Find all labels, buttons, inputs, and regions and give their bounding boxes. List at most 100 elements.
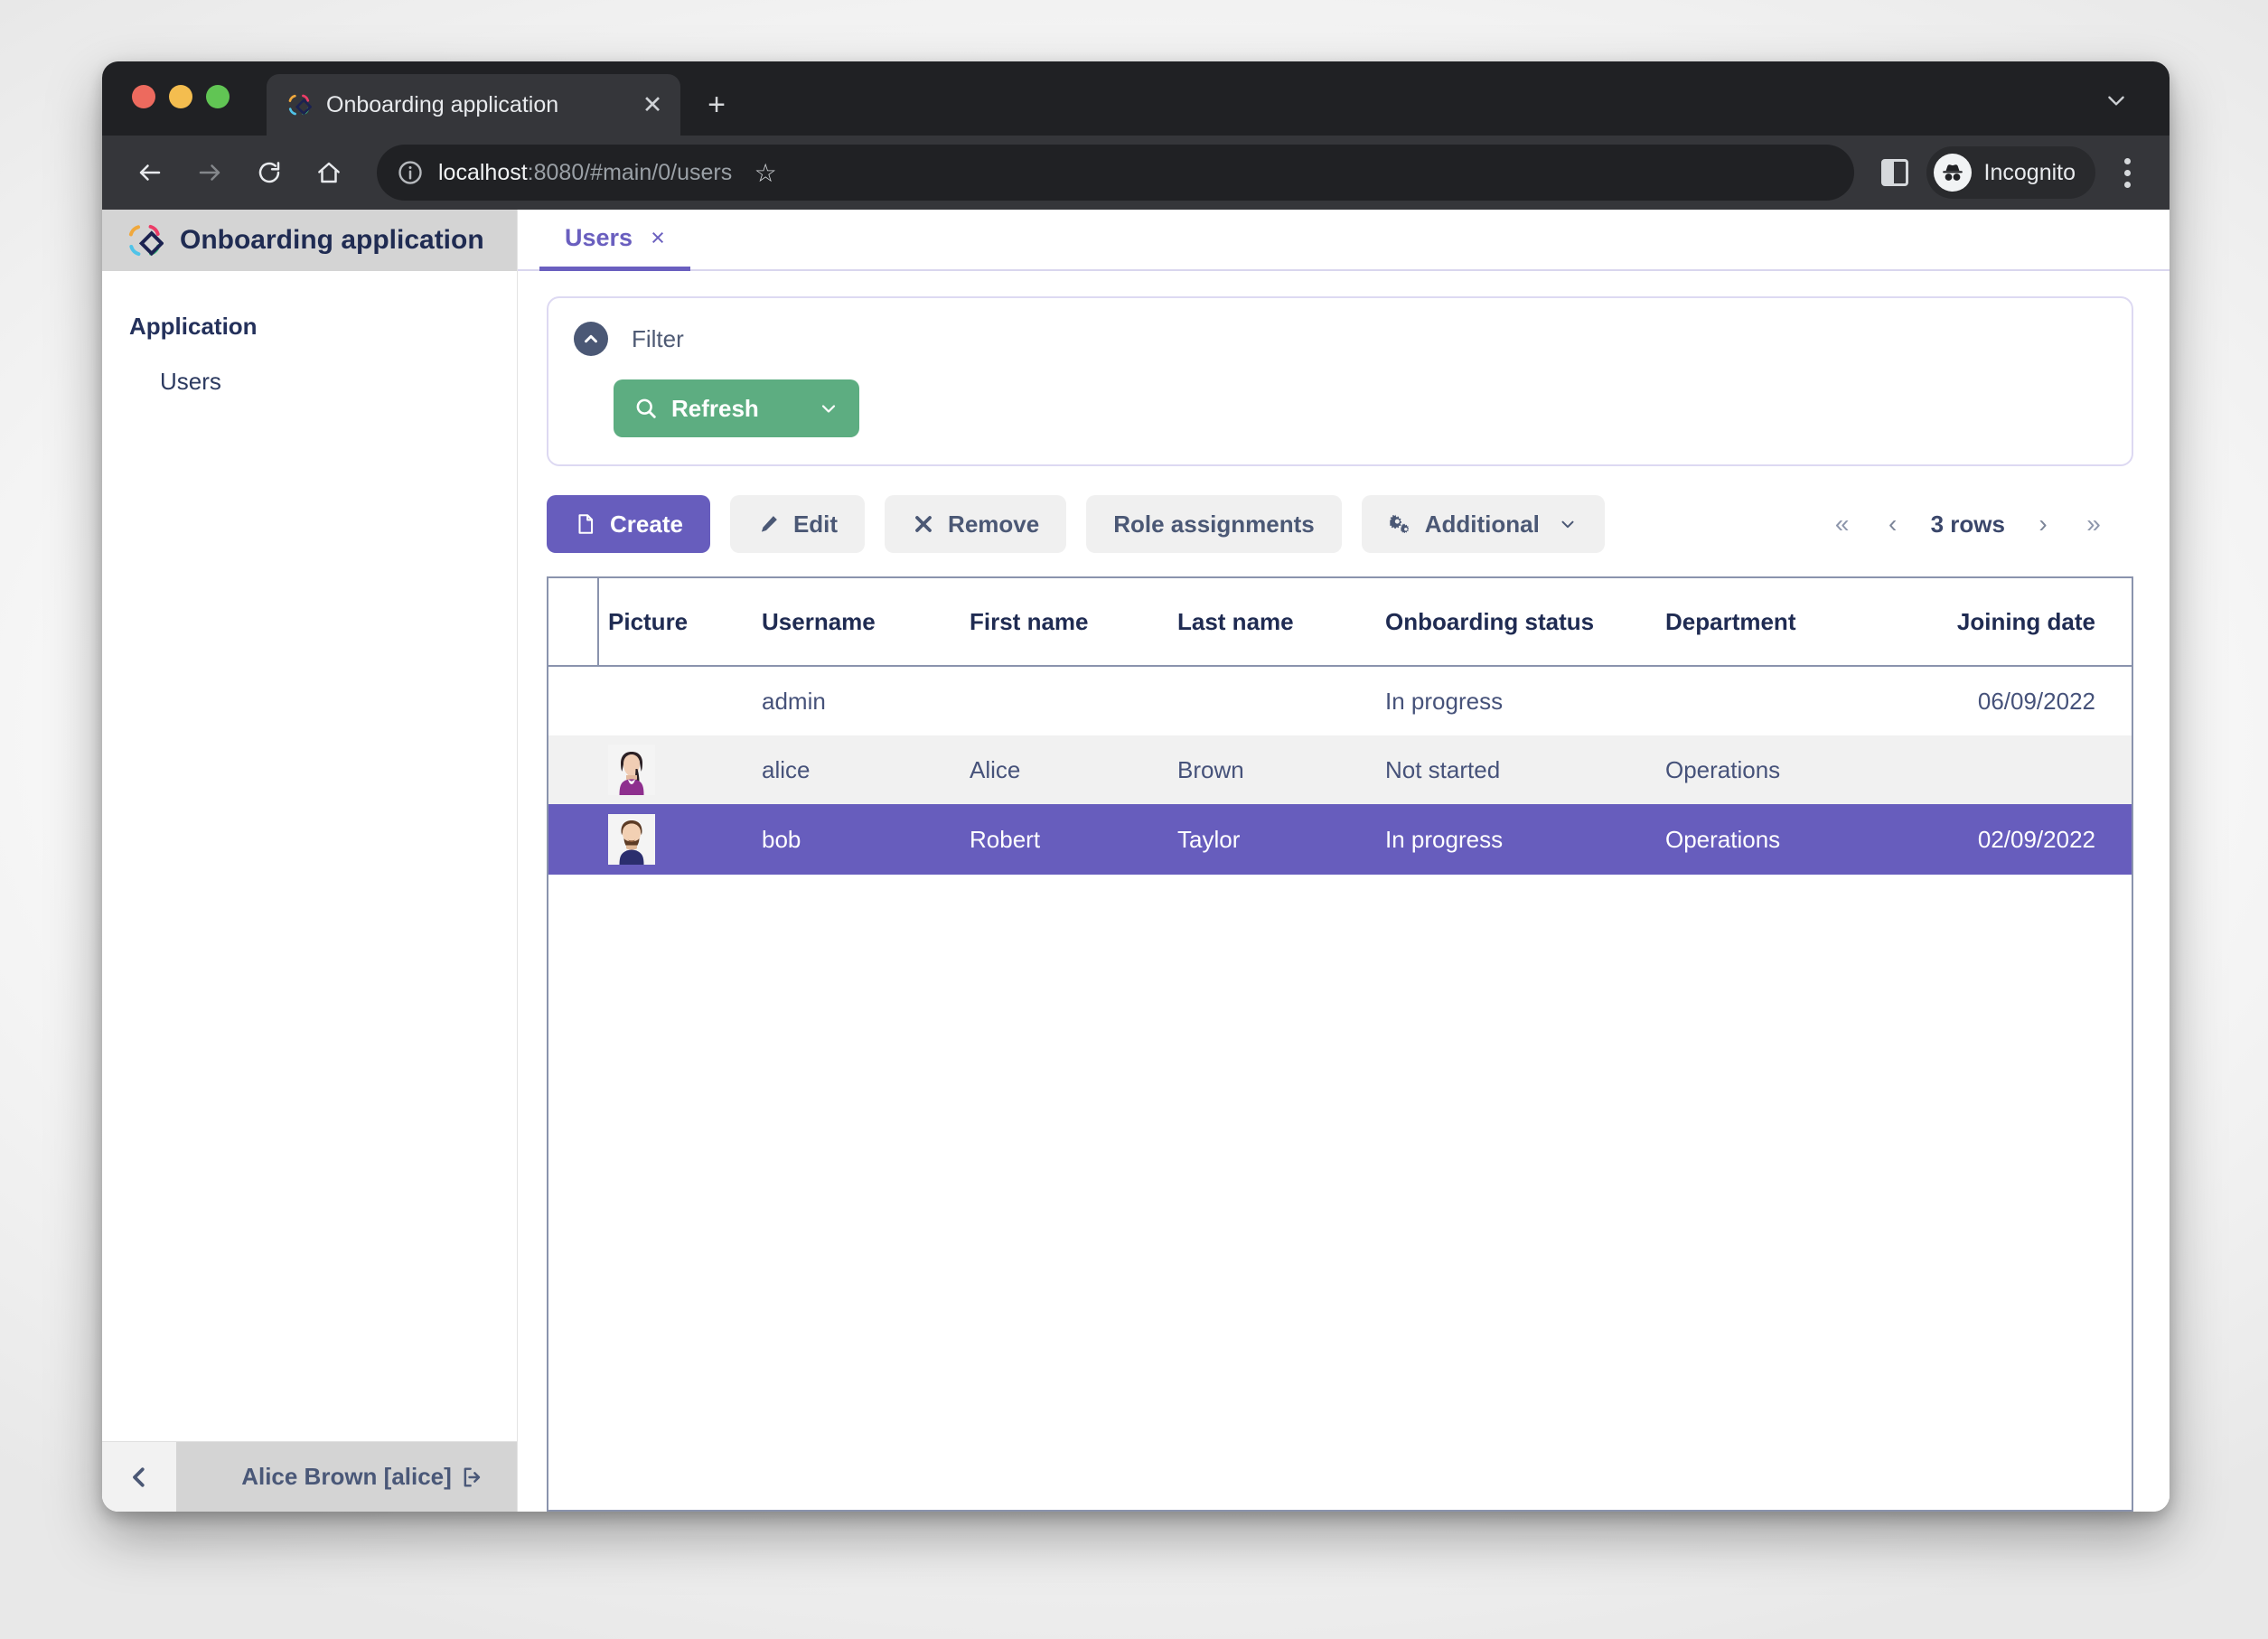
row-count-label: 3 rows <box>1930 510 2005 538</box>
app-header: Onboarding application <box>102 210 517 271</box>
row-selector[interactable] <box>548 804 599 875</box>
incognito-label: Incognito <box>1983 159 2076 185</box>
column-header-picture[interactable]: Picture <box>599 578 762 665</box>
app-tab-bar: Users × <box>518 210 2170 271</box>
sidebar: Onboarding application Application Users… <box>102 210 518 1512</box>
minimize-window-button[interactable] <box>169 85 192 108</box>
action-toolbar: Create Edit Remove Role assignments Addi… <box>547 495 2133 553</box>
cell-status: In progress <box>1385 687 1504 715</box>
column-header-first-name[interactable]: First name <box>970 578 1177 665</box>
close-icon[interactable]: × <box>651 226 665 250</box>
filter-header: Filter <box>574 322 2104 356</box>
cell-joining-date: 02/09/2022 <box>1977 825 2095 853</box>
chevron-down-icon[interactable] <box>1558 514 1578 534</box>
forward-icon[interactable] <box>182 145 238 201</box>
cell-joining-date: 06/09/2022 <box>1977 687 2095 715</box>
users-table: Picture Username First name Last name On… <box>547 576 2133 1512</box>
cell-status: Not started <box>1385 755 1501 783</box>
page-title: Onboarding application <box>180 225 484 255</box>
table-row[interactable]: bob Robert Taylor In progress Operations… <box>548 804 2132 875</box>
work-area: Filter Refresh Create Edit Remove Role a… <box>518 271 2170 1512</box>
create-button[interactable]: Create <box>547 495 710 553</box>
info-icon[interactable] <box>397 159 424 186</box>
cell-first-name <box>970 667 1177 735</box>
kebab-menu-icon[interactable] <box>2106 145 2148 201</box>
cell-joining-date <box>1891 735 2099 804</box>
main-area: Users × Filter Refresh Create Edit Remov… <box>518 210 2170 1512</box>
close-icon <box>912 512 935 536</box>
create-button-label: Create <box>610 510 683 538</box>
row-selector[interactable] <box>548 735 599 804</box>
avatar-alice <box>608 745 655 795</box>
pagination: « ‹ 3 rows › » <box>1821 502 2133 546</box>
collapse-sidebar-button[interactable] <box>102 1442 176 1512</box>
column-header-joining-date[interactable]: Joining date <box>1891 578 2099 665</box>
browser-window: Onboarding application ✕ + localhost:808… <box>102 61 2170 1512</box>
row-selector[interactable] <box>548 667 599 735</box>
reload-icon[interactable] <box>241 145 297 201</box>
role-assignments-button-label: Role assignments <box>1113 510 1315 538</box>
first-page-button[interactable]: « <box>1821 502 1864 546</box>
document-icon <box>574 512 597 536</box>
browser-toolbar: localhost:8080/#main/0/users ☆ Incognito <box>102 136 2170 210</box>
logout-icon[interactable] <box>459 1464 486 1491</box>
incognito-icon <box>1933 154 1972 192</box>
sidebar-item-users[interactable]: Users <box>102 353 517 410</box>
address-bar[interactable]: localhost:8080/#main/0/users ☆ <box>377 145 1854 201</box>
remove-button-label: Remove <box>948 510 1040 538</box>
cell-first-name: Alice <box>970 755 1021 783</box>
close-icon[interactable]: ✕ <box>637 89 668 120</box>
back-icon[interactable] <box>122 145 178 201</box>
browser-tab[interactable]: Onboarding application ✕ <box>267 74 680 136</box>
sidebar-group-application: Application <box>129 313 258 340</box>
avatar-bob <box>608 814 655 865</box>
search-icon <box>633 396 659 421</box>
bookmark-star-icon[interactable]: ☆ <box>746 158 784 188</box>
chevron-down-icon[interactable] <box>2103 87 2130 114</box>
column-header-department[interactable]: Department <box>1665 578 1891 665</box>
page-content: Onboarding application Application Users… <box>102 210 2170 1512</box>
column-header-username[interactable]: Username <box>762 578 970 665</box>
remove-button[interactable]: Remove <box>885 495 1067 553</box>
refresh-button[interactable]: Refresh <box>614 379 859 437</box>
table-header-row: Picture Username First name Last name On… <box>548 578 2132 667</box>
edit-button[interactable]: Edit <box>729 495 866 553</box>
chevron-down-icon[interactable] <box>818 398 839 419</box>
new-tab-button[interactable]: + <box>691 74 742 136</box>
prev-page-button[interactable]: ‹ <box>1871 502 1915 546</box>
filter-panel: Filter Refresh <box>547 296 2133 466</box>
current-user-chip[interactable]: Alice Brown [alice] <box>176 1442 517 1512</box>
sidebar-nav: Application Users <box>102 271 517 1441</box>
cell-department: Operations <box>1665 755 1781 783</box>
cell-status: In progress <box>1385 825 1504 853</box>
additional-button[interactable]: Additional <box>1361 495 1605 553</box>
column-header-last-name[interactable]: Last name <box>1177 578 1385 665</box>
home-icon[interactable] <box>301 145 357 201</box>
cell-picture <box>599 804 762 875</box>
cell-first-name: Robert <box>970 825 1041 853</box>
close-window-button[interactable] <box>132 85 155 108</box>
chevron-up-icon[interactable] <box>574 322 608 356</box>
refresh-button-label: Refresh <box>671 394 759 422</box>
edit-button-label: Edit <box>792 510 839 538</box>
cell-picture <box>599 667 762 735</box>
side-panel-icon[interactable] <box>1880 159 1908 186</box>
url-host: localhost <box>438 159 528 185</box>
cell-picture <box>599 735 762 804</box>
table-body: admin In progress 06/09/2022 alice Alice… <box>548 667 2132 1510</box>
browser-tab-strip: Onboarding application ✕ + <box>102 61 2170 136</box>
column-header-onboarding-status[interactable]: Onboarding status <box>1385 578 1665 665</box>
maximize-window-button[interactable] <box>206 85 230 108</box>
table-row[interactable]: alice Alice Brown Not started Operations <box>548 735 2132 804</box>
browser-tab-title: Onboarding application <box>326 91 559 117</box>
tab-users[interactable]: Users × <box>539 210 690 271</box>
selection-column-header <box>548 578 599 665</box>
role-assignments-button[interactable]: Role assignments <box>1086 495 1342 553</box>
last-page-button[interactable]: » <box>2072 502 2115 546</box>
incognito-chip[interactable]: Incognito <box>1926 146 2095 199</box>
cell-last-name: Taylor <box>1177 825 1241 853</box>
cell-username: alice <box>762 755 811 783</box>
table-row[interactable]: admin In progress 06/09/2022 <box>548 667 2132 735</box>
window-traffic-lights <box>132 85 230 108</box>
next-page-button[interactable]: › <box>2021 502 2065 546</box>
